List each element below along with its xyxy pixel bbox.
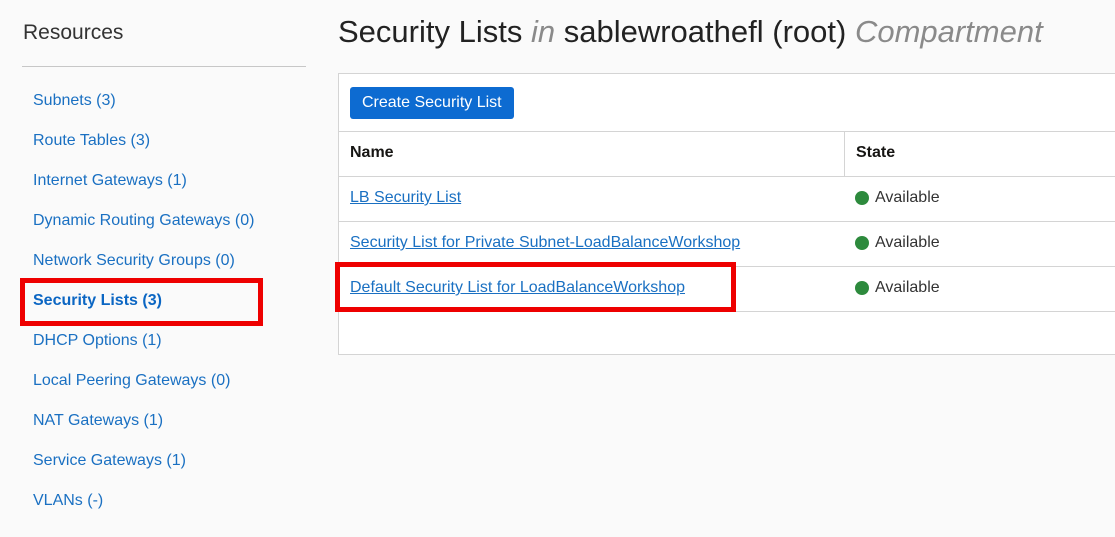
page-title-compartment-name: sablewroathefl (root) [563, 14, 847, 49]
security-list-link-lb[interactable]: LB Security List [350, 189, 461, 207]
sidebar-divider [22, 66, 306, 67]
page-title-in: in [530, 14, 556, 49]
page-title: Security Lists in sablewroathefl (root) … [338, 14, 1043, 50]
sidebar-item-subnets[interactable]: Subnets (3) [33, 92, 116, 110]
sidebar-item-route-tables[interactable]: Route Tables (3) [33, 132, 150, 150]
sidebar-item-local-peering-gateways[interactable]: Local Peering Gateways (0) [33, 372, 230, 390]
table-row-border [339, 266, 1115, 267]
page-title-resource: Security Lists [338, 14, 523, 49]
column-header-state[interactable]: State [856, 144, 895, 162]
security-lists-panel: Create Security List Name State LB Secur… [338, 73, 1115, 355]
sidebar-item-nat-gateways[interactable]: NAT Gateways (1) [33, 412, 163, 430]
table-header-bottom-border [339, 176, 1115, 177]
sidebar-item-security-lists[interactable]: Security Lists (3) [33, 292, 162, 310]
sidebar-item-internet-gateways[interactable]: Internet Gateways (1) [33, 172, 187, 190]
sidebar-item-vlans[interactable]: VLANs (-) [33, 492, 103, 510]
state-label: Available [875, 234, 940, 251]
table-header-top-border [339, 131, 1115, 132]
available-status-icon [855, 236, 869, 250]
sidebar-title: Resources [23, 21, 124, 44]
sidebar-item-network-security-groups[interactable]: Network Security Groups (0) [33, 252, 235, 270]
column-divider [844, 131, 845, 176]
sidebar-item-service-gateways[interactable]: Service Gateways (1) [33, 452, 186, 470]
table-row-border [339, 221, 1115, 222]
available-status-icon [855, 281, 869, 295]
security-list-link-default[interactable]: Default Security List for LoadBalanceWor… [350, 279, 685, 297]
column-header-name[interactable]: Name [350, 144, 394, 162]
page-title-compartment-word: Compartment [854, 14, 1043, 49]
available-status-icon [855, 191, 869, 205]
state-cell: Available [855, 189, 940, 207]
state-label: Available [875, 189, 940, 206]
state-cell: Available [855, 234, 940, 252]
sidebar-item-dynamic-routing-gateways[interactable]: Dynamic Routing Gateways (0) [33, 212, 254, 230]
table-row-border [339, 311, 1115, 312]
create-security-list-button[interactable]: Create Security List [350, 87, 514, 119]
state-cell: Available [855, 279, 940, 297]
security-list-link-private-subnet[interactable]: Security List for Private Subnet-LoadBal… [350, 234, 740, 252]
sidebar-item-dhcp-options[interactable]: DHCP Options (1) [33, 332, 162, 350]
state-label: Available [875, 279, 940, 296]
